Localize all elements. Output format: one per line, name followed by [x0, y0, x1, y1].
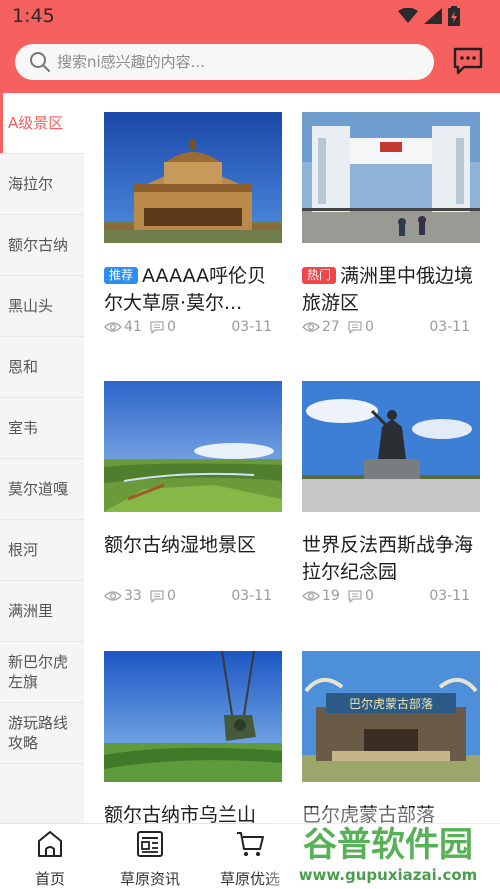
eye-icon — [302, 591, 320, 601]
publish-date: 03-11 — [231, 588, 272, 604]
sidebar-item-label: 满洲里 — [8, 602, 54, 620]
sidebar-item-label: 根河 — [8, 541, 39, 559]
sidebar-item-ergun[interactable]: 额尔古纳 — [0, 215, 84, 276]
hot-badge: 热门 — [302, 267, 337, 284]
publish-date: 03-11 — [231, 319, 272, 335]
watermark-url: www.gupuxiazai.com — [299, 866, 478, 884]
nav-home[interactable]: 首页 — [0, 824, 100, 889]
comment-count: 0 — [348, 588, 374, 604]
attraction-card[interactable]: 巴尔虎蒙古部落 巴尔虎蒙古部落 — [302, 651, 482, 823]
attraction-title: 世界反法西斯战争海拉尔纪念园 — [302, 534, 474, 583]
sidebar-item-label: 黑山头 — [8, 297, 54, 315]
attraction-title: 额尔古纳湿地景区 — [104, 534, 257, 556]
attraction-card[interactable]: 热门 满洲里中俄边境旅游区 27 0 03-11 — [302, 112, 482, 339]
attraction-meta: 19 0 03-11 — [302, 588, 482, 608]
attraction-photo — [302, 381, 480, 512]
view-count: 33 — [104, 588, 142, 604]
view-count: 41 — [104, 319, 142, 335]
eye-icon — [104, 591, 122, 601]
sidebar-item-shiwei[interactable]: 室韦 — [0, 398, 84, 459]
attraction-card[interactable]: 世界反法西斯战争海拉尔纪念园 19 0 03-11 — [302, 381, 482, 608]
attraction-photo — [104, 112, 282, 243]
attraction-meta: 41 0 03-11 — [104, 319, 284, 339]
attraction-card[interactable]: 推荐 AAAAA呼伦贝尔大草原·莫尔... 41 0 03-11 — [104, 112, 284, 339]
sidebar-item-a-level[interactable]: A级景区 — [0, 93, 84, 154]
sidebar-item-label: 莫尔道嘎 — [8, 480, 69, 498]
status-icons — [398, 6, 460, 26]
attraction-photo — [104, 381, 282, 512]
home-icon — [38, 831, 62, 857]
cart-icon — [237, 832, 264, 856]
publish-date: 03-11 — [429, 319, 470, 335]
wifi-icon — [398, 8, 418, 23]
watermark-text: 谷普软件园 — [303, 825, 473, 865]
comment-icon — [348, 589, 362, 603]
sidebar-item-genhe[interactable]: 根河 — [0, 520, 84, 581]
sidebar-item-manzhouli[interactable]: 满洲里 — [0, 581, 84, 642]
nav-label: 首页 — [34, 870, 65, 888]
sidebar-item-label: 恩和 — [8, 358, 39, 376]
eye-icon — [302, 322, 320, 332]
view-count: 19 — [302, 588, 340, 604]
sidebar-item-label: 新巴尔虎左旗 — [8, 653, 69, 691]
attraction-meta: 27 0 03-11 — [302, 319, 482, 339]
signal-icon — [424, 8, 442, 24]
eye-icon — [104, 322, 122, 332]
attraction-photo — [104, 651, 282, 782]
header: 1:45 — [0, 0, 500, 93]
attraction-title: 热门 满洲里中俄边境旅游区 — [302, 265, 474, 314]
sidebar-item-heishantou[interactable]: 黑山头 — [0, 276, 84, 337]
nav-label: 草原资讯 — [119, 870, 180, 888]
comment-icon — [150, 320, 164, 334]
search-bar[interactable] — [15, 44, 434, 80]
nav-news[interactable]: 草原资讯 — [100, 824, 200, 889]
attraction-photo — [302, 112, 480, 243]
comment-icon — [150, 589, 164, 603]
attraction-card[interactable]: 额尔古纳湿地景区 33 0 03-11 — [104, 381, 284, 608]
attraction-card[interactable]: 额尔古纳市乌兰山 — [104, 651, 284, 823]
recommend-badge: 推荐 — [104, 267, 139, 284]
search-icon — [30, 52, 50, 72]
sidebar-item-xinbaerhu[interactable]: 新巴尔虎左旗 — [0, 642, 84, 703]
sidebar-item-label: 室韦 — [8, 419, 39, 437]
sidebar-item-moerdaoga[interactable]: 莫尔道嘎 — [0, 459, 84, 520]
news-icon — [137, 831, 163, 857]
sidebar-item-hailar[interactable]: 海拉尔 — [0, 154, 84, 215]
comment-count: 0 — [348, 319, 374, 335]
sidebar-item-label: 游玩路线攻略 — [8, 714, 69, 752]
watermark-logo: 谷普软件园 www.gupuxiazai.com — [270, 808, 500, 889]
sidebar-item-routes[interactable]: 游玩路线攻略 — [0, 703, 84, 764]
sidebar-item-enhe[interactable]: 恩和 — [0, 337, 84, 398]
comment-count: 0 — [150, 319, 176, 335]
comment-icon — [348, 320, 362, 334]
status-time: 1:45 — [12, 5, 55, 27]
comment-count: 0 — [150, 588, 176, 604]
attraction-title: 推荐 AAAAA呼伦贝尔大草原·莫尔... — [104, 265, 267, 314]
view-count: 27 — [302, 319, 340, 335]
battery-icon — [448, 6, 460, 26]
status-bar: 1:45 — [0, 0, 500, 34]
publish-date: 03-11 — [429, 588, 470, 604]
attraction-title: 额尔古纳市乌兰山 — [104, 804, 257, 823]
gate-sign-text: 巴尔虎蒙古部落 — [349, 696, 433, 711]
sidebar-item-label: 额尔古纳 — [8, 236, 69, 254]
message-icon[interactable] — [452, 46, 484, 76]
attraction-grid: 推荐 AAAAA呼伦贝尔大草原·莫尔... 41 0 03-11 热门 满洲里中… — [84, 93, 500, 823]
attraction-photo: 巴尔虎蒙古部落 — [302, 651, 480, 782]
app-screen: 1:45 搜索ni感兴趣的内容... A级景区 海拉尔 额尔古纳 黑山头 恩和 … — [0, 0, 500, 889]
attraction-meta: 33 0 03-11 — [104, 588, 284, 608]
search-input[interactable] — [57, 53, 397, 71]
category-sidebar: A级景区 海拉尔 额尔古纳 黑山头 恩和 室韦 莫尔道嘎 根河 满洲里 新巴尔虎… — [0, 93, 84, 823]
sidebar-item-label: A级景区 — [8, 114, 64, 132]
sidebar-item-label: 海拉尔 — [8, 175, 54, 193]
